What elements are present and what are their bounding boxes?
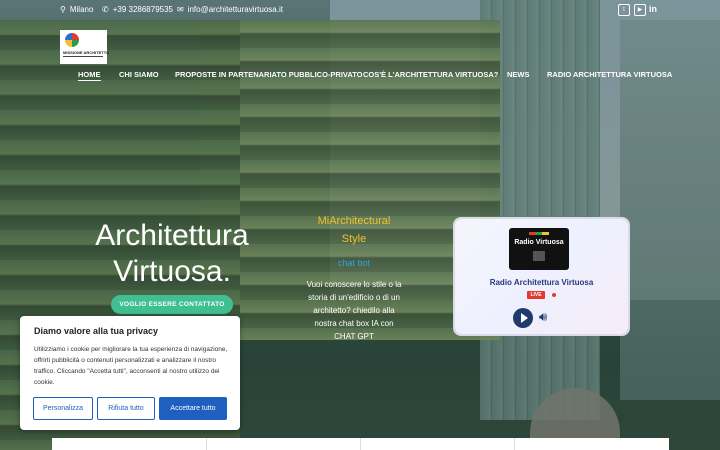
contact-me-button[interactable]: VOGLIO ESSERE CONTATTATO — [111, 295, 233, 314]
top-bar: ⚲ Milano ✆ +39 3286879535 ✉ info@archite… — [0, 0, 720, 20]
linkedin-icon[interactable]: in — [648, 4, 658, 14]
volume-icon[interactable]: 🔊︎ — [539, 309, 547, 325]
play-icon — [521, 313, 528, 323]
live-badge: LIVE — [527, 291, 545, 299]
nav-architettura-virtuosa[interactable]: COS'È L'ARCHITETTURA VIRTUOSA? — [363, 70, 498, 79]
nav-chi-siamo[interactable]: CHI SIAMO — [119, 70, 159, 79]
radio-device-icon — [533, 251, 545, 261]
hero-title-line2: Virtuosa. — [113, 255, 231, 288]
nav-radio[interactable]: RADIO ARCHITETTURA VIRTUOSA — [547, 70, 672, 79]
radio-logo: Radio Virtuosa — [509, 228, 569, 270]
middle-title-line1: MiArchitectural — [317, 215, 391, 227]
customize-button[interactable]: Personalizza — [33, 397, 93, 420]
cookie-text: Utilizziamo i cookie per migliorare la t… — [34, 346, 228, 386]
email-text[interactable]: info@architetturavirtuosa.it — [188, 5, 283, 14]
site-logo[interactable]: MISSIONE ARCHITETTO — [60, 30, 110, 64]
hero-title-line1: Architettura — [95, 219, 249, 252]
middle-title-line2: Style — [341, 233, 367, 245]
email-item[interactable]: ✉ info@architetturavirtuosa.it — [177, 5, 283, 14]
bottom-card-4 — [514, 438, 669, 450]
middle-title: MiArchitectural Style — [306, 212, 402, 248]
cookie-title: Diamo valore alla tua privacy — [34, 326, 159, 336]
phone-icon: ✆ — [102, 5, 109, 14]
hero-title: Architettura Virtuosa. — [76, 218, 268, 290]
middle-text: Vuoi conoscere lo stile o la storia di u… — [306, 280, 402, 341]
radio-logo-text: Radio Virtuosa — [514, 239, 564, 246]
nav-news[interactable]: NEWS — [507, 70, 530, 79]
cookie-consent-dialog: Diamo valore alla tua privacy Utilizziam… — [20, 316, 240, 430]
bottom-card-3 — [360, 438, 515, 450]
chat-bot-link[interactable]: chat bot — [306, 258, 402, 268]
nav-home[interactable]: HOME — [78, 70, 101, 81]
radio-player-card: Radio Virtuosa Radio Architettura Virtuo… — [455, 219, 628, 334]
play-button[interactable] — [513, 308, 533, 328]
radio-logo-stripe — [529, 232, 549, 235]
twitter-icon[interactable]: t — [618, 4, 630, 16]
logo-text: MISSIONE ARCHITETTO — [63, 50, 110, 55]
location-item: ⚲ Milano — [60, 5, 93, 14]
envelope-icon: ✉ — [177, 5, 184, 14]
bottom-card-2 — [206, 438, 361, 450]
logo-divider — [63, 56, 103, 57]
phone-text[interactable]: +39 3286879535 — [113, 5, 173, 14]
accept-all-button[interactable]: Accettare tutto — [159, 397, 227, 420]
radio-station-name: Radio Architettura Virtuosa — [489, 278, 594, 287]
location-text: Milano — [69, 5, 94, 14]
logo-emblem — [65, 33, 79, 47]
nav-proposte[interactable]: PROPOSTE IN PARTENARIATO PUBBLICO-PRIVAT… — [175, 70, 363, 79]
phone-item[interactable]: ✆ +39 3286879535 — [102, 5, 173, 14]
bottom-card-1 — [52, 438, 206, 450]
map-pin-icon: ⚲ — [60, 5, 66, 14]
youtube-icon[interactable]: ▶ — [634, 4, 646, 16]
reject-all-button[interactable]: Rifiuta tutto — [97, 397, 155, 420]
live-indicator-dot — [552, 293, 556, 297]
